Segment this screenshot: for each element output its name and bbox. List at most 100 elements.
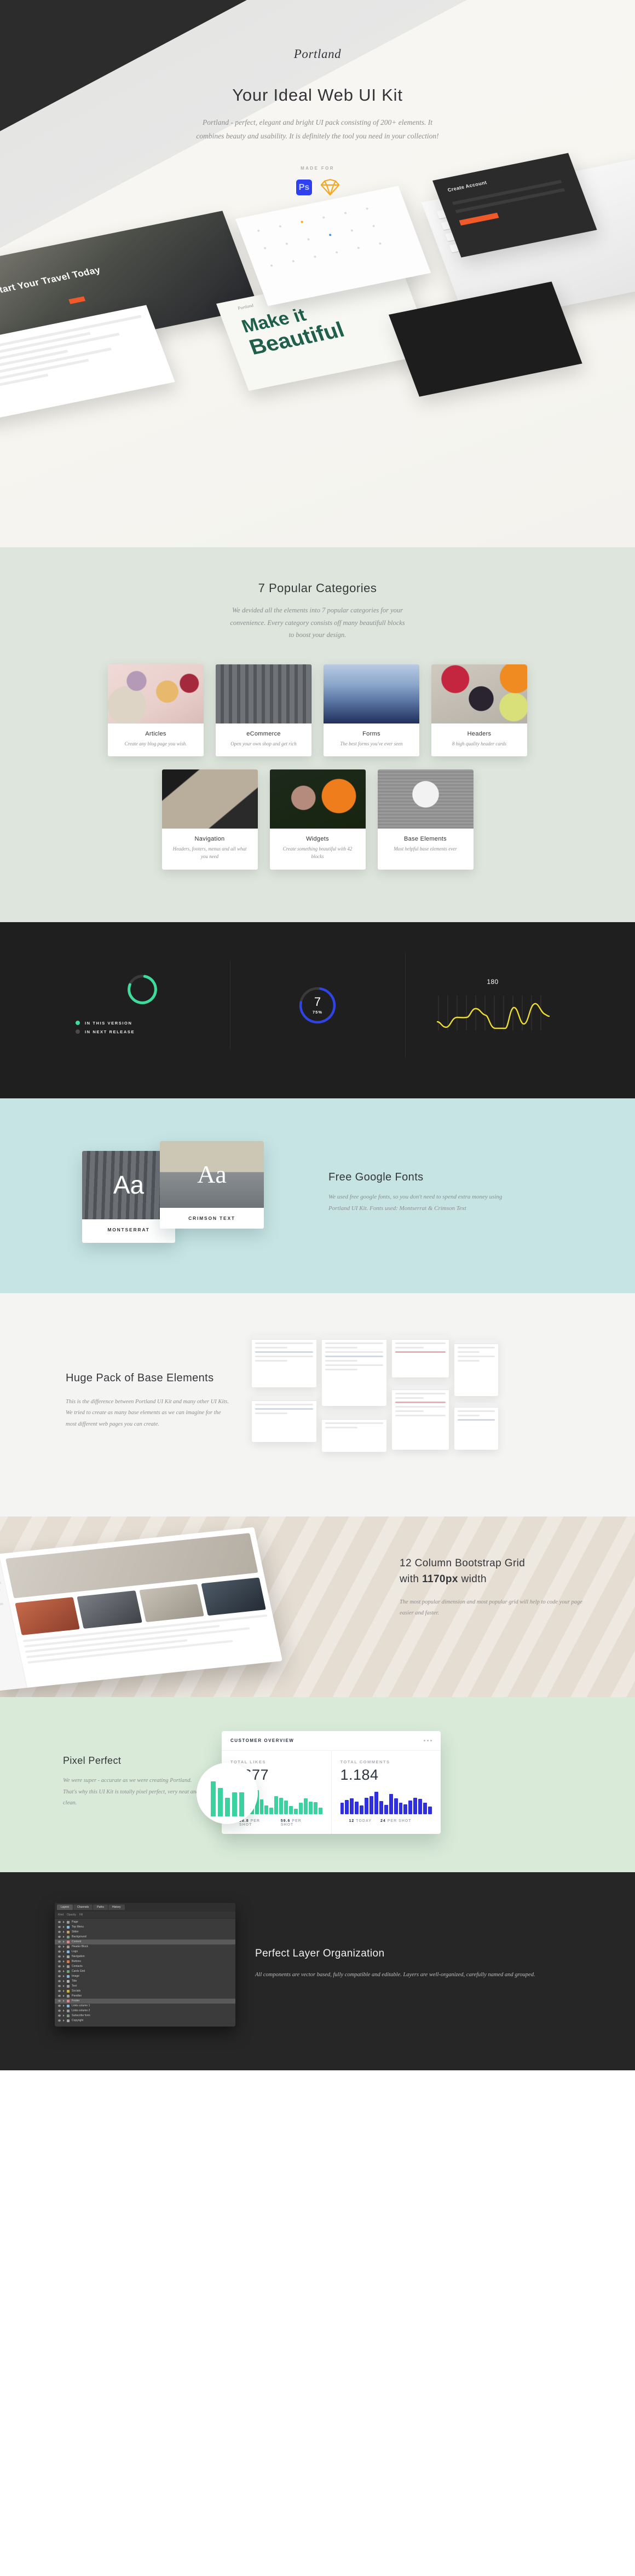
sketch-icon[interactable] [320,178,340,196]
eye-icon[interactable] [58,1931,61,1934]
eye-icon[interactable] [58,2010,61,2012]
eye-icon[interactable] [58,1995,61,1998]
category-description: 8 high quality header cards [452,740,507,746]
tab-paths[interactable]: Paths [93,1904,108,1910]
layer-row[interactable]: Logo [55,1949,235,1954]
eye-icon[interactable] [58,2005,61,2007]
mockup-header-text: Start Your Travel Today [0,264,102,297]
layer-row[interactable]: Navigation [55,1954,235,1959]
panel-tabs[interactable]: Layers Channels Paths History [55,1902,235,1912]
eye-icon[interactable] [58,1990,61,1993]
category-description: Headers, footers, menus and all what you… [172,846,247,860]
category-card[interactable]: Base Elements Most helpful base elements… [377,769,474,870]
folder-toggle-icon[interactable] [63,1990,65,1993]
folder-toggle-icon[interactable] [63,1975,65,1978]
ui-mockup-tile [322,1414,386,1452]
folder-toggle-icon[interactable] [63,1931,65,1934]
eye-icon[interactable] [58,1950,61,1953]
layer-row[interactable]: Links column 1 [55,2004,235,2008]
eye-icon[interactable] [58,1955,61,1958]
layer-name: Page [72,1920,78,1924]
layer-row[interactable]: Links column 2 [55,2008,235,2013]
folder-toggle-icon[interactable] [63,2000,65,2002]
layer-row[interactable]: Buttons [55,1959,235,1964]
folder-toggle-icon[interactable] [63,1960,65,1963]
photoshop-icon[interactable]: Ps [295,178,313,197]
layer-row[interactable]: Contacts [55,1964,235,1969]
folder-toggle-icon[interactable] [63,1985,65,1988]
layer-list[interactable]: Page Top Menu Slider Background Content … [55,1919,235,2027]
folder-toggle-icon[interactable] [63,2005,65,2007]
folder-toggle-icon[interactable] [63,1941,65,1943]
eye-icon[interactable] [58,1936,61,1938]
folder-toggle-icon[interactable] [63,1946,65,1948]
folder-toggle-icon[interactable] [63,2019,65,2022]
layer-row[interactable]: Footer [55,1998,235,2004]
category-card[interactable]: Headers 8 high quality header cards [431,664,527,756]
folder-toggle-icon[interactable] [63,1955,65,1958]
folder-toggle-icon[interactable] [63,1965,65,1968]
legend-label: IN NEXT RELEASE [85,1029,135,1034]
font-card-crimson-text[interactable]: Aa CRIMSON TEXT [160,1141,264,1229]
layer-row[interactable]: Subscribe form [55,2013,235,2018]
tab-channels[interactable]: Channels [73,1904,93,1910]
category-thumbnail [431,664,527,723]
eye-icon[interactable] [58,1960,61,1963]
category-card[interactable]: Forms The best forms you've ever seen [324,664,419,756]
layer-row[interactable]: Copyright [55,2018,235,2023]
tab-layers[interactable]: Layers [57,1904,73,1910]
metric-foot-number: 24 [380,1819,386,1823]
category-card[interactable]: Articles Create any blog page you wish. [108,664,204,756]
eye-icon[interactable] [58,1965,61,1968]
ui-mockup-tile [322,1334,386,1406]
layer-row[interactable]: Content [55,1939,235,1944]
eye-icon[interactable] [58,1970,61,1973]
made-for-label: MADE FOR [301,166,334,171]
layer-row[interactable]: Slider [55,1930,235,1935]
layer-row[interactable]: Title [55,1979,235,1984]
layer-row[interactable]: Cards Grid [55,1969,235,1974]
folder-toggle-icon[interactable] [63,1950,65,1953]
layer-name: Header Block [72,1945,89,1949]
eye-icon[interactable] [58,1921,61,1924]
layer-row[interactable]: Socials [55,1989,235,1994]
folder-toggle-icon[interactable] [63,1926,65,1929]
layer-name: Subscribe form [72,2014,90,2018]
eye-icon[interactable] [58,1926,61,1929]
folder-toggle-icon[interactable] [63,1921,65,1924]
layer-row[interactable]: Image [55,1974,235,1979]
category-card[interactable]: Widgets Create something beautiful with … [269,769,366,870]
eye-icon[interactable] [58,2019,61,2022]
category-card[interactable]: Navigation Headers, footers, menus and a… [161,769,258,870]
folder-toggle-icon[interactable] [63,2015,65,2017]
tab-history[interactable]: History [108,1904,125,1910]
layers-text: Perfect Layer Organization All component… [255,1948,580,1981]
eye-icon[interactable] [58,2000,61,2002]
folder-toggle-icon[interactable] [63,1980,65,1983]
eye-icon[interactable] [58,1985,61,1988]
eye-icon[interactable] [58,1941,61,1943]
category-name: Forms [362,730,380,737]
category-thumbnail [377,769,474,829]
categories-section: 7 Popular Categories We devided all the … [0,547,635,922]
eye-icon[interactable] [58,1946,61,1948]
eye-icon[interactable] [58,1980,61,1983]
layer-row[interactable]: Top Menu [55,1925,235,1930]
folder-toggle-icon[interactable] [63,1970,65,1973]
folder-toggle-icon[interactable] [63,2010,65,2012]
folder-toggle-icon[interactable] [63,1995,65,1998]
legend-dot-icon [76,1021,80,1026]
folder-toggle-icon[interactable] [63,1936,65,1938]
grid-title-line-2-post: width [458,1573,487,1585]
layer-row[interactable]: Background [55,1935,235,1940]
photoshop-layers-panel[interactable]: Layers Channels Paths History Kind Opaci… [55,1902,235,2027]
category-card[interactable]: eCommerce Open your own shop and get ric… [216,664,311,756]
layer-row[interactable]: Header Block [55,1944,235,1949]
eye-icon[interactable] [58,2015,61,2017]
layer-row[interactable]: Text [55,1984,235,1989]
eye-icon[interactable] [58,1975,61,1978]
hero-mockup-collage: Start Your Travel Today Portland Make it… [0,153,635,547]
layer-row[interactable]: Page [55,1920,235,1925]
layer-row[interactable]: Parallax [55,1994,235,1999]
more-options-icon[interactable] [424,1739,432,1741]
